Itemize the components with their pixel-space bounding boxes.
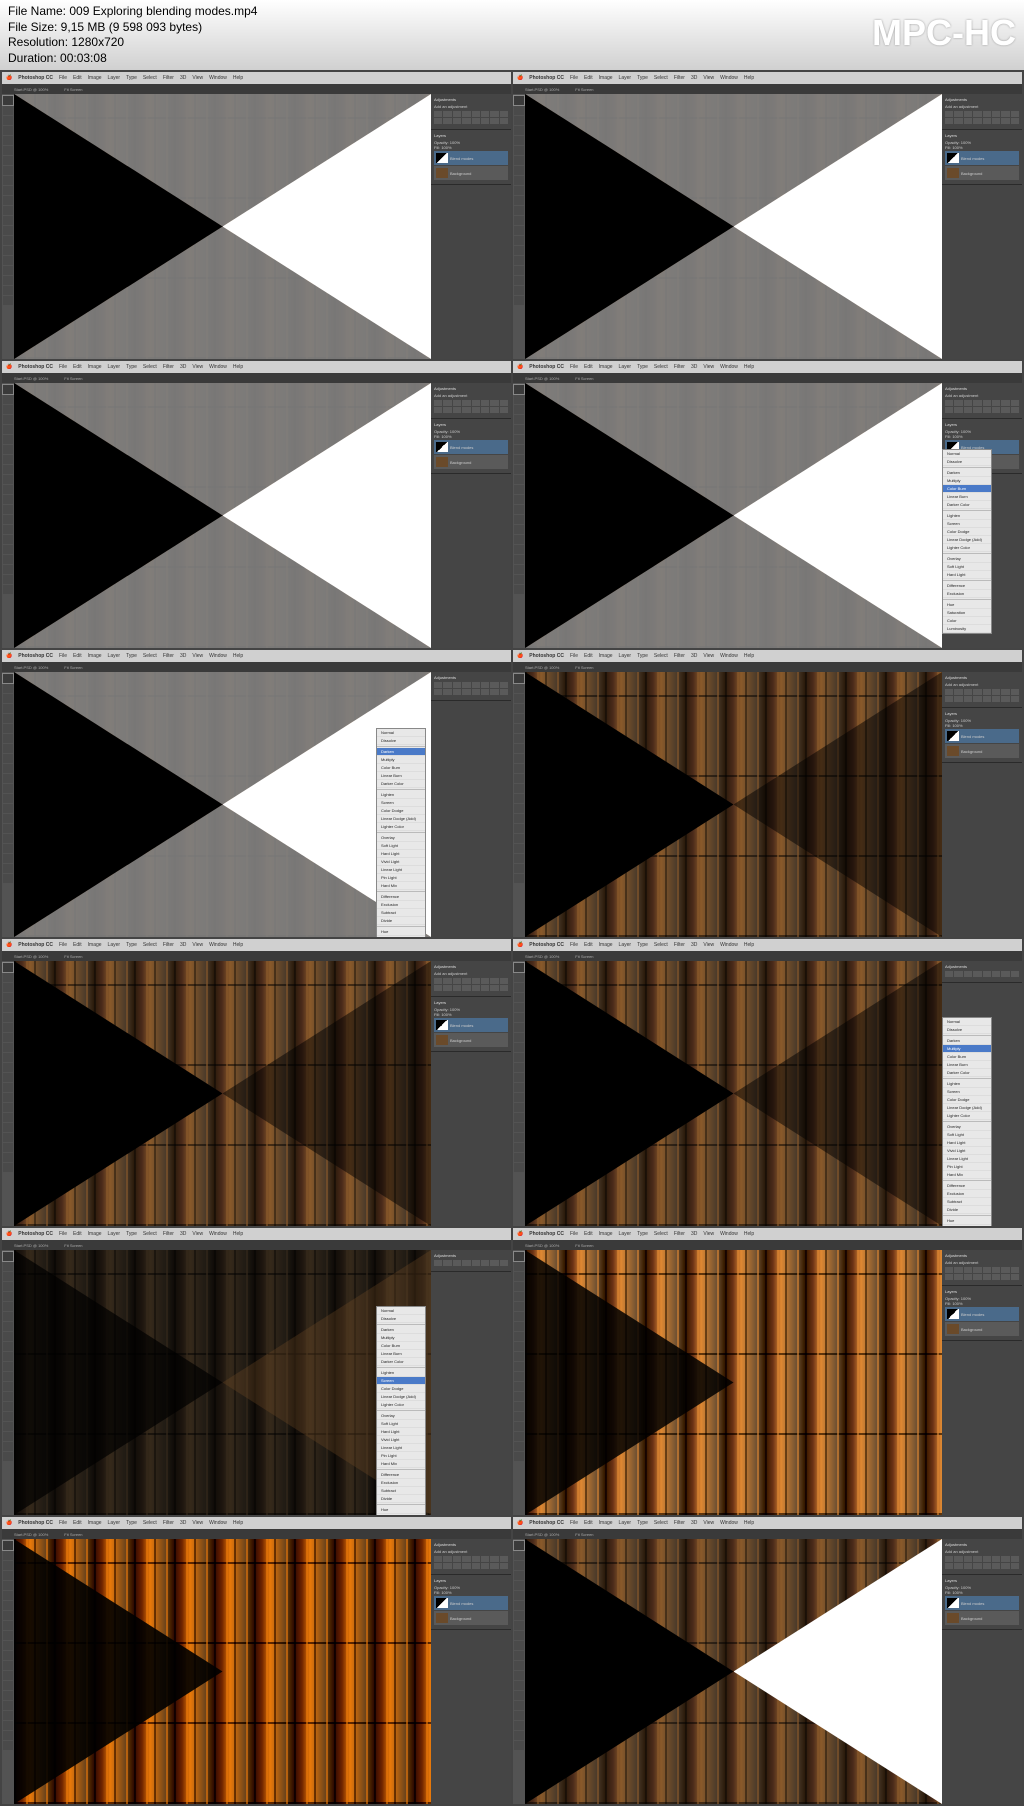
canvas[interactable] (14, 961, 431, 1226)
thumb-6: 🍎Photoshop CCFileEditImageLayerTypeSelec… (513, 650, 1022, 937)
toolbar[interactable] (2, 1539, 14, 1804)
thumb-5: 🍎Photoshop CCFileEditImageLayerTypeSelec… (2, 650, 511, 937)
canvas[interactable] (525, 1250, 942, 1515)
menubar[interactable]: 🍎Photoshop CCFileEditImageLayerTypeSelec… (513, 72, 1022, 84)
canvas[interactable] (525, 672, 942, 937)
right-panels[interactable]: AdjustmentsAdd an adjustment LayersOpaci… (431, 961, 511, 1226)
menubar[interactable]: 🍎Photoshop CCFileEditImageLayerTypeSelec… (513, 361, 1022, 373)
toolbar[interactable] (513, 1250, 525, 1515)
menubar[interactable]: 🍎Photoshop CCFileEditImageLayerTypeSelec… (2, 939, 511, 951)
tabbar[interactable]: Start.PSD @ 100%Fit Screen (513, 662, 1022, 672)
tabbar[interactable]: Start.PSD @ 100%Fit Screen (2, 951, 511, 961)
menubar[interactable]: 🍎Photoshop CCFileEditImageLayerTypeSelec… (513, 1517, 1022, 1529)
file-name: File Name: 009 Exploring blending modes.… (8, 4, 257, 20)
thumb-10: 🍎Photoshop CCFileEditImageLayerTypeSelec… (513, 1228, 1022, 1515)
canvas[interactable] (14, 383, 431, 648)
menubar[interactable]: 🍎Photoshop CCFileEditImageLayerTypeSelec… (513, 939, 1022, 951)
duration: Duration: 00:03:08 (8, 51, 257, 67)
tabbar[interactable]: Start.PSD @ 100%Fit Screen (2, 373, 511, 383)
toolbar[interactable] (513, 672, 525, 937)
toolbar[interactable] (513, 383, 525, 648)
tabbar[interactable]: Start.PSD @ 100%Fit Screen (513, 373, 1022, 383)
menubar[interactable]: 🍎Photoshop CCFileEditImageLayerTypeSelec… (2, 72, 511, 84)
file-info: File Name: 009 Exploring blending modes.… (8, 4, 257, 66)
canvas[interactable] (525, 94, 942, 359)
blend-mode-dropdown[interactable]: NormalDissolve DarkenMultiplyColor BurnL… (942, 449, 992, 634)
blend-mode-dropdown[interactable]: NormalDissolve DarkenMultiplyColor BurnL… (376, 1306, 426, 1515)
right-panels[interactable]: AdjustmentsAdd an adjustment LayersOpaci… (431, 383, 511, 648)
canvas[interactable] (525, 1539, 942, 1804)
menubar[interactable]: 🍎Photoshop CCFileEditImageLayerTypeSelec… (2, 1517, 511, 1529)
canvas[interactable] (14, 672, 431, 937)
menubar[interactable]: 🍎Photoshop CCFileEditImageLayerTypeSelec… (513, 650, 1022, 662)
toolbar[interactable] (2, 1250, 14, 1515)
canvas[interactable] (14, 1250, 431, 1515)
canvas[interactable] (525, 961, 942, 1226)
tabbar[interactable]: Start.PSD @ 100%Fit Screen (513, 1529, 1022, 1539)
thumb-11: 🍎Photoshop CCFileEditImageLayerTypeSelec… (2, 1517, 511, 1804)
thumb-7: 🍎Photoshop CCFileEditImageLayerTypeSelec… (2, 939, 511, 1226)
toolbar[interactable] (513, 94, 525, 359)
menubar[interactable]: 🍎Photoshop CCFileEditImageLayerTypeSelec… (2, 650, 511, 662)
toolbar[interactable] (513, 1539, 525, 1804)
canvas[interactable] (14, 94, 431, 359)
menubar[interactable]: 🍎Photoshop CCFileEditImageLayerTypeSelec… (2, 1228, 511, 1240)
right-panels[interactable]: Adjustments (431, 1250, 511, 1515)
tabbar[interactable]: Start.PSD @ 100%Fit Screen (2, 662, 511, 672)
thumb-12: 🍎Photoshop CCFileEditImageLayerTypeSelec… (513, 1517, 1022, 1804)
app-logo: MPC-HC (872, 12, 1016, 54)
tabbar[interactable]: Start.PSD @ 100%Fit Screen (2, 84, 511, 94)
tabbar[interactable]: Start.PSD @ 100%Fit Screen (2, 1529, 511, 1539)
toolbar[interactable] (2, 94, 14, 359)
tabbar[interactable]: Start.PSD @ 100%Fit Screen (513, 84, 1022, 94)
thumb-2: 🍎Photoshop CCFileEditImageLayerTypeSelec… (513, 72, 1022, 359)
tabbar[interactable]: Start.PSD @ 100%Fit Screen (513, 951, 1022, 961)
menubar[interactable]: 🍎Photoshop CCFileEditImageLayerTypeSelec… (513, 1228, 1022, 1240)
toolbar[interactable] (2, 672, 14, 937)
resolution: Resolution: 1280x720 (8, 35, 257, 51)
thumb-4: 🍎Photoshop CCFileEditImageLayerTypeSelec… (513, 361, 1022, 648)
thumb-9: 🍎Photoshop CCFileEditImageLayerTypeSelec… (2, 1228, 511, 1515)
right-panels[interactable]: AdjustmentsAdd an adjustment LayersOpaci… (942, 1539, 1022, 1804)
thumb-1: 🍎Photoshop CCFileEditImageLayerTypeSelec… (2, 72, 511, 359)
canvas[interactable] (14, 1539, 431, 1804)
right-panels[interactable]: AdjustmentsAdd an adjustment LayersOpaci… (942, 1250, 1022, 1515)
toolbar[interactable] (2, 383, 14, 648)
file-size: File Size: 9,15 MB (9 598 093 bytes) (8, 20, 257, 36)
right-panels[interactable]: AdjustmentsAdd an adjustment LayersOpaci… (942, 672, 1022, 937)
right-panels[interactable]: Adjustments (431, 672, 511, 937)
tabbar[interactable]: Start.PSD @ 100%Fit Screen (513, 1240, 1022, 1250)
toolbar[interactable] (513, 961, 525, 1226)
blend-mode-dropdown[interactable]: NormalDissolve DarkenMultiplyColor BurnL… (376, 728, 426, 937)
toolbar[interactable] (2, 961, 14, 1226)
blend-mode-dropdown[interactable]: NormalDissolve DarkenMultiplyColor BurnL… (942, 1017, 992, 1226)
tabbar[interactable]: Start.PSD @ 100%Fit Screen (2, 1240, 511, 1250)
menubar[interactable]: 🍎Photoshop CCFileEditImageLayerTypeSelec… (2, 361, 511, 373)
right-panels[interactable]: AdjustmentsAdd an adjustment LayersOpaci… (431, 1539, 511, 1804)
right-panels[interactable]: AdjustmentsAdd an adjustment LayersOpaci… (431, 94, 511, 359)
thumb-3: 🍎Photoshop CCFileEditImageLayerTypeSelec… (2, 361, 511, 648)
right-panels[interactable]: AdjustmentsAdd an adjustment LayersOpaci… (942, 94, 1022, 359)
thumb-8: 🍎Photoshop CCFileEditImageLayerTypeSelec… (513, 939, 1022, 1226)
info-header: File Name: 009 Exploring blending modes.… (0, 0, 1024, 70)
thumbnail-grid: 🍎Photoshop CCFileEditImageLayerTypeSelec… (0, 70, 1024, 1806)
canvas[interactable] (525, 383, 942, 648)
